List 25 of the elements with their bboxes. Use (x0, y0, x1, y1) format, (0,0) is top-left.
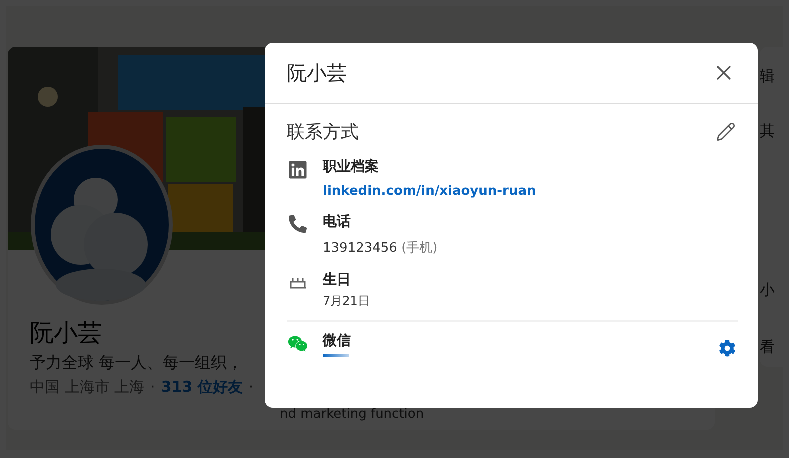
dialog-title: 阮小芸 (287, 60, 347, 86)
item-label: 电话 (323, 213, 351, 231)
phone-number: 139123456 (手机) (323, 240, 438, 257)
edit-button[interactable] (714, 120, 738, 144)
side-text: 小 (760, 281, 776, 301)
item-label: 职业档案 (323, 158, 379, 176)
side-text: 辑 (760, 66, 776, 87)
pencil-icon (716, 122, 736, 142)
profile-name: 阮小芸 (30, 318, 102, 349)
item-label: 生日 (323, 271, 351, 289)
about-text: nd marketing function (280, 407, 424, 422)
phone-icon (289, 215, 307, 233)
settings-icon[interactable] (719, 340, 736, 357)
side-text: 其 (760, 121, 776, 142)
profile-headline: 予力全球 每一人、每一组织， (30, 353, 244, 374)
linkedin-icon (288, 160, 308, 180)
profile-link[interactable]: linkedin.com/in/xiaoyun-ruan (323, 184, 536, 199)
separator-dot: · (248, 378, 254, 396)
separator-dot: · (150, 378, 156, 396)
section-title: 联系方式 (287, 121, 359, 144)
wechat-icon (288, 334, 308, 354)
birthday-date: 7月21日 (323, 293, 370, 310)
item-label: 微信 (323, 332, 351, 350)
side-text: 看 (760, 338, 776, 358)
link-fragment (323, 354, 349, 357)
